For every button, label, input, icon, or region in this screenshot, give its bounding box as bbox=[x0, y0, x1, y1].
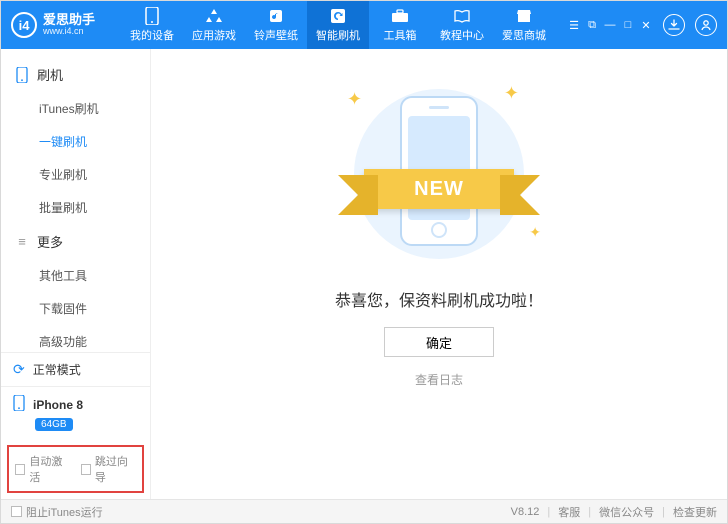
activation-options: 自动激活 跳过向导 bbox=[7, 445, 144, 493]
apps-icon bbox=[205, 7, 223, 25]
phone-icon bbox=[15, 68, 29, 82]
nav-tab-apps[interactable]: 应用游戏 bbox=[183, 1, 245, 49]
brand-url: www.i4.cn bbox=[43, 27, 95, 37]
success-message: 恭喜您，保资料刷机成功啦！ bbox=[335, 287, 543, 311]
nav-tab-store[interactable]: 爱思商城 bbox=[493, 1, 555, 49]
storage-badge: 64GB bbox=[35, 418, 73, 431]
new-ribbon: NEW bbox=[364, 169, 514, 209]
checkbox-icon bbox=[81, 464, 91, 475]
sidebar-item-oneclick-flash[interactable]: 一键刷机 bbox=[1, 125, 150, 158]
checkbox-auto-activate[interactable]: 自动激活 bbox=[15, 453, 71, 485]
refresh-icon: ⟳ bbox=[13, 361, 25, 378]
device-mode[interactable]: ⟳ 正常模式 bbox=[1, 352, 150, 386]
ok-button[interactable]: 确定 bbox=[384, 327, 494, 357]
sidebar-item-advanced[interactable]: 高级功能 bbox=[1, 325, 150, 352]
close-icon[interactable]: ✕ bbox=[639, 19, 653, 32]
device-card[interactable]: iPhone 8 64GB bbox=[1, 386, 150, 439]
user-icon[interactable] bbox=[695, 14, 717, 36]
more-icon: ≡ bbox=[15, 235, 29, 249]
phone-icon bbox=[13, 395, 25, 414]
checkbox-icon bbox=[11, 506, 22, 517]
checkbox-block-itunes[interactable]: 阻止iTunes运行 bbox=[11, 504, 103, 520]
sparkle-icon: ✦ bbox=[504, 83, 519, 104]
checkbox-icon bbox=[15, 464, 25, 475]
sparkle-icon: ✦ bbox=[347, 89, 362, 110]
lock-icon[interactable]: ⧉ bbox=[585, 19, 599, 32]
footer-link-service[interactable]: 客服 bbox=[558, 504, 580, 520]
sidebar-item-batch-flash[interactable]: 批量刷机 bbox=[1, 191, 150, 224]
title-bar: i4 爱思助手 www.i4.cn 我的设备 应用游戏 铃声壁纸 智能刷机 bbox=[1, 1, 727, 49]
sidebar-item-itunes-flash[interactable]: iTunes刷机 bbox=[1, 92, 150, 125]
sidebar-group-more[interactable]: ≡ 更多 bbox=[1, 224, 150, 259]
sidebar-item-other-tools[interactable]: 其他工具 bbox=[1, 259, 150, 292]
brand-logo: i4 爱思助手 www.i4.cn bbox=[1, 12, 121, 38]
sidebar-item-download-fw[interactable]: 下载固件 bbox=[1, 292, 150, 325]
toolbox-icon bbox=[391, 7, 409, 25]
sidebar-group-flash[interactable]: 刷机 bbox=[1, 57, 150, 92]
view-log-link[interactable]: 查看日志 bbox=[415, 371, 463, 388]
nav-tab-tools[interactable]: 工具箱 bbox=[369, 1, 431, 49]
checkbox-skip-setup[interactable]: 跳过向导 bbox=[81, 453, 137, 485]
book-icon bbox=[453, 7, 471, 25]
sparkle-icon: ✦ bbox=[529, 224, 541, 241]
phone-icon bbox=[143, 7, 161, 25]
refresh-icon bbox=[329, 7, 347, 25]
device-name: iPhone 8 bbox=[33, 398, 83, 412]
maximize-icon[interactable]: □ bbox=[621, 19, 635, 32]
brand-title: 爱思助手 bbox=[43, 13, 95, 27]
sidebar-item-pro-flash[interactable]: 专业刷机 bbox=[1, 158, 150, 191]
footer-link-wechat[interactable]: 微信公众号 bbox=[599, 504, 654, 520]
logo-icon: i4 bbox=[11, 12, 37, 38]
minimize-icon[interactable]: — bbox=[603, 19, 617, 32]
success-illustration: ✦ ✦ ✦ NEW bbox=[319, 79, 559, 269]
download-icon[interactable] bbox=[663, 14, 685, 36]
status-bar: 阻止iTunes运行 V8.12 | 客服 | 微信公众号 | 检查更新 bbox=[1, 499, 727, 523]
nav-tab-my-device[interactable]: 我的设备 bbox=[121, 1, 183, 49]
nav-tab-flash[interactable]: 智能刷机 bbox=[307, 1, 369, 49]
menu-icon[interactable]: ☰ bbox=[567, 19, 581, 32]
note-icon bbox=[267, 7, 285, 25]
footer-link-update[interactable]: 检查更新 bbox=[673, 504, 717, 520]
main-content: ✦ ✦ ✦ NEW 恭喜您，保资料刷机成功啦！ 确定 查看日志 bbox=[151, 49, 727, 499]
nav-tabs: 我的设备 应用游戏 铃声壁纸 智能刷机 工具箱 教程中心 bbox=[121, 1, 567, 49]
nav-tab-tutorials[interactable]: 教程中心 bbox=[431, 1, 493, 49]
version-label: V8.12 bbox=[511, 506, 540, 518]
store-icon bbox=[515, 7, 533, 25]
window-controls: ☰ ⧉ — □ ✕ bbox=[567, 19, 653, 32]
nav-tab-ringtones[interactable]: 铃声壁纸 bbox=[245, 1, 307, 49]
sidebar: 刷机 iTunes刷机 一键刷机 专业刷机 批量刷机 ≡ 更多 其他工具 下载固… bbox=[1, 49, 151, 499]
